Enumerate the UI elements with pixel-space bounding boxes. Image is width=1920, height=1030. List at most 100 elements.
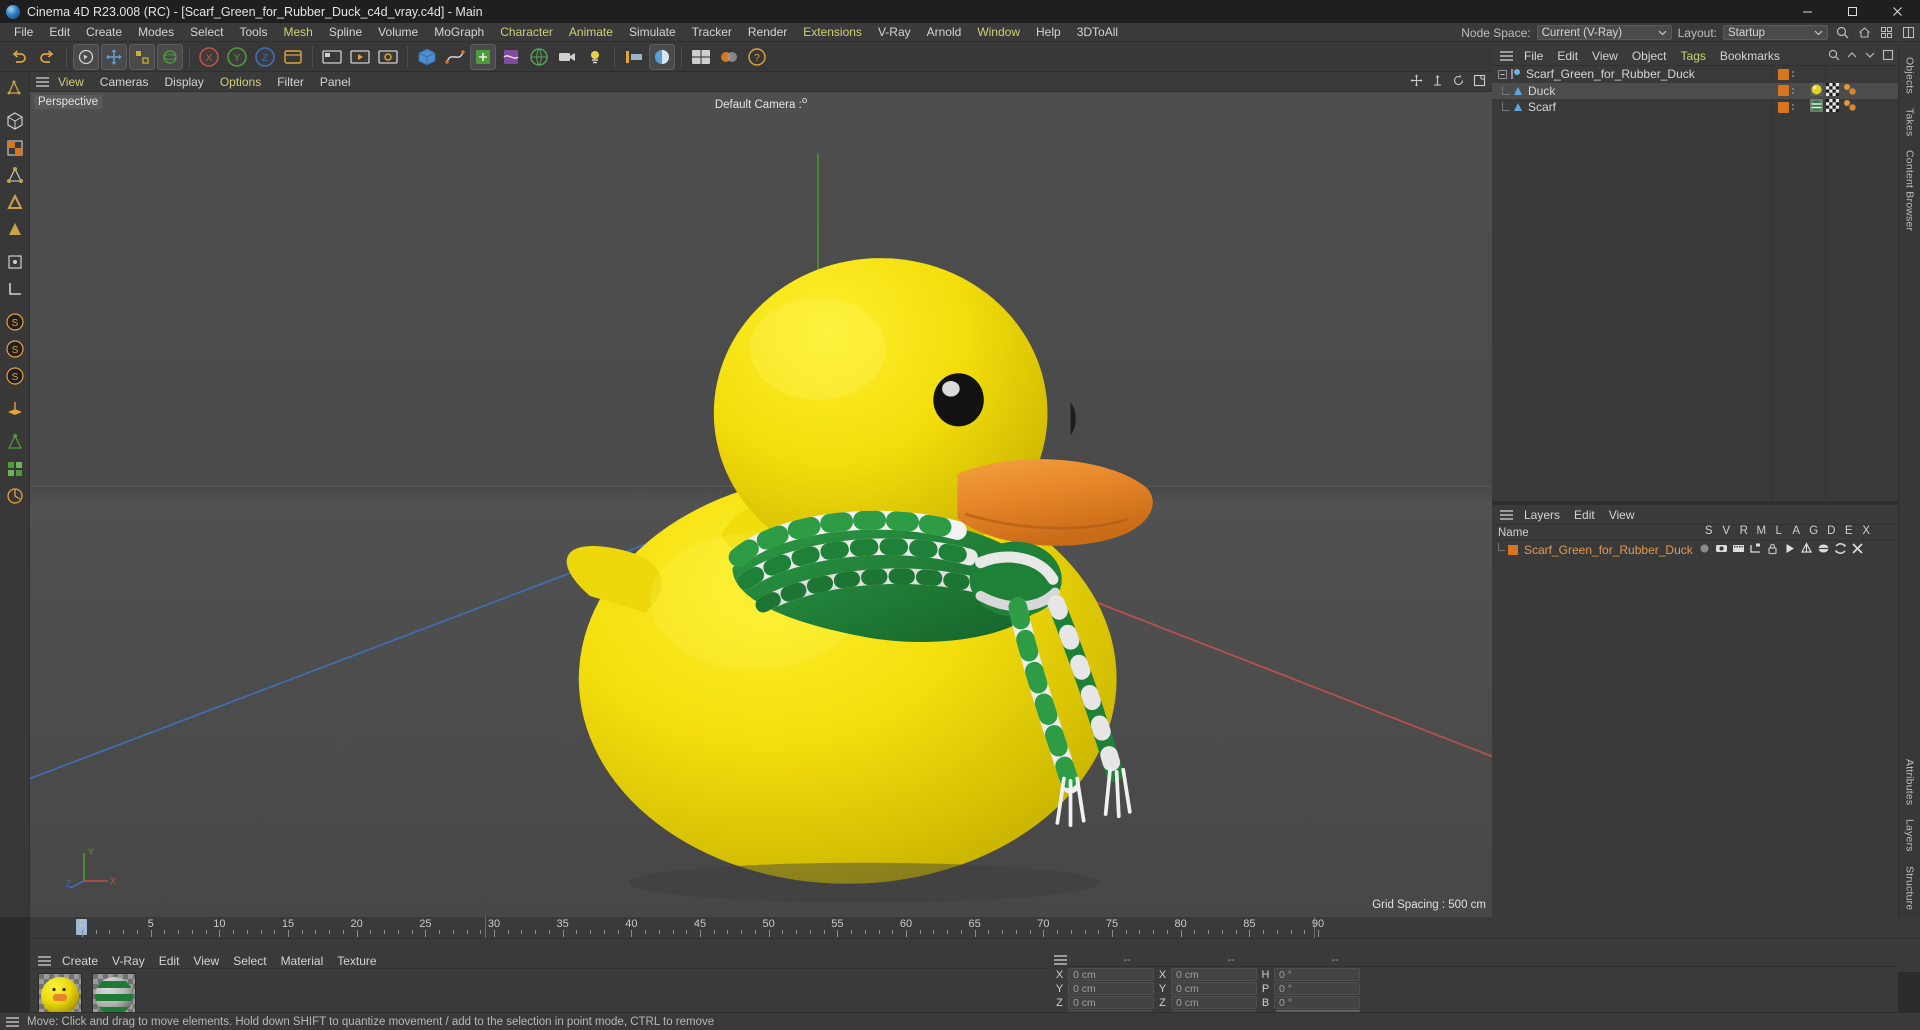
menu-spline[interactable]: Spline [321,23,370,42]
tool-viewport-solo-hierarchy-icon[interactable]: S [3,337,27,361]
layer-row[interactable]: Scarf_Green_for_Rubber_Duck [1492,541,1898,558]
object-color-chip[interactable] [1778,68,1789,80]
maximize-viewport-icon[interactable] [1473,74,1486,90]
menu-modes[interactable]: Modes [130,23,182,42]
menu-edit[interactable]: Edit [41,23,78,42]
expand-collapse-icon[interactable] [1498,69,1507,79]
uv-checker-tag-icon[interactable] [1826,99,1839,115]
tool-enable-axis-icon[interactable] [3,250,27,274]
phong-tag-icon[interactable] [1842,83,1857,99]
mat-menu-vray[interactable]: V-Ray [105,954,152,968]
minimize-button[interactable] [1785,0,1830,23]
status-bar-menu-icon[interactable] [6,1016,19,1027]
tool-viewport-solo-single-icon[interactable]: S [3,310,27,334]
layer-generator-icon[interactable] [1800,541,1813,558]
om-menu-bookmarks[interactable]: Bookmarks [1713,49,1787,63]
object-visibility-dots-icon[interactable] [1792,104,1794,111]
maximize-button[interactable] [1830,0,1875,23]
object-visibility-dots-icon[interactable] [1792,71,1794,78]
om-menu-file[interactable]: File [1517,49,1550,63]
viewport-panel-menu-icon[interactable] [36,76,49,87]
world-coordinates-icon[interactable] [280,44,306,70]
layers-panel-menu-icon[interactable] [1500,509,1513,520]
menu-tracker[interactable]: Tracker [684,23,740,42]
viewport-canvas[interactable]: Perspective Default Camera :o Grid Spaci… [30,92,1492,917]
mat-menu-edit[interactable]: Edit [152,954,187,968]
viewport-menu-display[interactable]: Display [157,75,210,89]
mat-menu-material[interactable]: Material [274,954,331,968]
menu-help[interactable]: Help [1028,23,1069,42]
deformer-icon[interactable] [498,44,524,70]
layer-solo-icon[interactable] [1698,542,1711,558]
om-menu-edit[interactable]: Edit [1550,49,1585,63]
menu-3dtoall[interactable]: 3DToAll [1069,23,1126,42]
menu-render[interactable]: Render [740,23,795,42]
vtab-objects[interactable]: Objects [1904,50,1916,101]
rotate-tool-icon[interactable] [157,43,183,70]
tool-texture-mode-icon[interactable] [3,136,27,160]
tool-workplane-icon[interactable] [3,397,27,421]
tool-points-mode-icon[interactable] [3,163,27,187]
lock-z-axis-icon[interactable]: Z [252,44,278,70]
layer-expression-icon[interactable] [1834,542,1847,558]
menu-extensions[interactable]: Extensions [795,23,870,42]
coordinates-panel-menu-icon[interactable] [1054,955,1067,965]
tool-dynamics-icon[interactable] [3,484,27,508]
light-icon[interactable] [582,44,608,70]
object-manager-panel-menu-icon[interactable] [1500,50,1513,61]
add-spline-icon[interactable] [442,44,468,70]
pan-view-icon[interactable] [1410,74,1423,90]
material-preview-thumbnail[interactable] [38,973,82,1017]
menu-vray[interactable]: V-Ray [870,23,919,42]
layer-deformer-icon[interactable] [1817,542,1830,558]
viewport-menu-panel[interactable]: Panel [313,75,358,89]
phong-tag-icon[interactable] [1842,99,1857,115]
tool-snap-icon[interactable] [3,430,27,454]
menu-file[interactable]: File [6,23,41,42]
viewport-menu-view[interactable]: View [51,75,91,89]
layers-menu-layers[interactable]: Layers [1517,508,1567,522]
object-visibility-dots-icon[interactable] [1792,87,1794,94]
uv-checker-tag-icon[interactable] [1826,82,1839,99]
timeline-ruler[interactable]: 0 5 10 15 20 25 30 35 40 45 50 55 60 65 70 75 80 85 90 [30,917,1920,939]
vtab-attributes[interactable]: Attributes [1904,752,1916,812]
undo-icon[interactable] [6,44,32,70]
object-row-root[interactable]: Scarf_Green_for_Rubber_Duck [1492,66,1898,83]
om-menu-object[interactable]: Object [1625,49,1674,63]
panel-layout-icon[interactable] [1900,25,1916,41]
tool-make-editable-icon[interactable] [3,76,27,100]
redo-icon[interactable] [34,44,60,70]
position-y-field[interactable]: 0 cm [1068,982,1154,995]
layer-animation-icon[interactable] [1783,542,1796,558]
camera-icon[interactable] [554,44,580,70]
align-left-icon[interactable] [621,44,647,70]
position-x-field[interactable]: 0 cm [1068,968,1154,981]
size-z-field[interactable]: 0 cm [1171,996,1257,1009]
menu-create[interactable]: Create [78,23,130,42]
layout-grid-icon[interactable] [688,44,714,70]
layer-xref-icon[interactable] [1851,542,1864,558]
close-button[interactable] [1875,0,1920,23]
lock-y-axis-icon[interactable]: Y [224,44,250,70]
om-menu-view[interactable]: View [1585,49,1625,63]
collapse-all-icon[interactable] [1846,49,1858,64]
object-color-chip[interactable] [1778,85,1789,97]
object-color-chip[interactable] [1778,101,1789,113]
content-browser-icon[interactable] [716,44,742,70]
select-tool-icon[interactable] [73,43,99,70]
tool-edges-mode-icon[interactable] [3,190,27,214]
add-cube-primitive-icon[interactable] [414,44,440,70]
object-row-duck[interactable]: Duck [1492,82,1898,99]
vtab-structure[interactable]: Structure [1904,859,1916,917]
node-space-dropdown[interactable]: Current (V-Ray) [1536,25,1672,40]
tool-axis-modification-icon[interactable] [3,277,27,301]
menu-select[interactable]: Select [182,23,231,42]
mat-menu-view[interactable]: View [186,954,226,968]
scene-environment-icon[interactable] [526,44,552,70]
render-view-icon[interactable] [319,44,345,70]
render-to-picture-viewer-icon[interactable] [347,44,373,70]
viewport-menu-filter[interactable]: Filter [270,75,311,89]
mat-menu-create[interactable]: Create [55,954,105,968]
home-icon[interactable] [1856,25,1872,41]
expand-all-icon[interactable] [1864,49,1876,64]
